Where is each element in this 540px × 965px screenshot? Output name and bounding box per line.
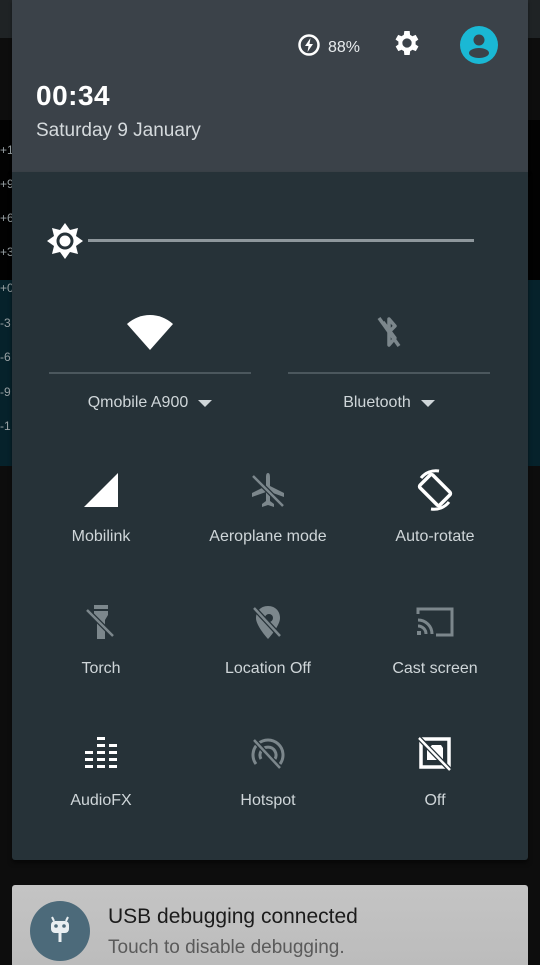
background-label: -9 bbox=[0, 385, 11, 399]
tile-cast-screen[interactable]: Cast screen bbox=[349, 602, 521, 722]
hotspot-off-icon bbox=[182, 734, 354, 774]
tile-wifi-dropdown[interactable]: Qmobile A900 bbox=[49, 394, 251, 412]
tile-auto-rotate[interactable]: Auto-rotate bbox=[349, 469, 521, 590]
tile-label: Mobilink bbox=[71, 528, 131, 545]
background-label: +0 bbox=[0, 281, 12, 295]
background-label: -6 bbox=[0, 350, 11, 364]
user-button[interactable] bbox=[460, 26, 498, 64]
screenshot-off-icon bbox=[349, 734, 521, 774]
usb-debugging-notification[interactable]: USB debugging connected Touch to disable… bbox=[12, 885, 528, 965]
brightness-slider-thumb[interactable] bbox=[46, 222, 84, 260]
torch-off-icon bbox=[15, 602, 187, 642]
brightness-slider-track[interactable] bbox=[88, 239, 474, 242]
battery-status[interactable]: 88% bbox=[297, 33, 360, 62]
tile-label: Torch bbox=[81, 660, 121, 677]
tile-mobile-data[interactable]: Mobilink bbox=[15, 470, 187, 590]
battery-percent: 88% bbox=[328, 38, 361, 56]
background-label: +6 bbox=[0, 211, 12, 225]
tile-label: Cast screen bbox=[392, 660, 478, 677]
wifi-icon bbox=[49, 312, 251, 354]
cellular-signal-icon bbox=[15, 470, 187, 510]
auto-rotate-icon bbox=[349, 469, 521, 511]
tile-airplane-mode[interactable]: Aeroplane mode bbox=[182, 470, 354, 590]
notification-icon bbox=[30, 901, 90, 961]
cast-icon bbox=[349, 602, 521, 642]
tile-label: Aeroplane mode bbox=[209, 528, 327, 545]
battery-charging-icon bbox=[297, 33, 321, 62]
tile-label: Auto-rotate bbox=[395, 528, 475, 545]
user-avatar-icon bbox=[460, 26, 498, 68]
tile-label: Hotspot bbox=[240, 792, 296, 809]
tile-divider bbox=[49, 372, 251, 374]
airplane-off-icon bbox=[182, 470, 354, 510]
brightness-icon bbox=[46, 223, 84, 264]
background-label: +9 bbox=[0, 177, 12, 191]
tile-bluetooth[interactable]: Bluetooth bbox=[288, 302, 490, 422]
tile-location[interactable]: Location Off bbox=[182, 602, 354, 722]
tile-screenshot[interactable]: Off bbox=[349, 734, 521, 854]
background-label: -3 bbox=[0, 316, 11, 330]
chevron-down-icon bbox=[420, 399, 435, 407]
tile-hotspot[interactable]: Hotspot bbox=[182, 734, 354, 854]
tile-label: Qmobile A900 bbox=[87, 394, 189, 411]
notification-subtitle: Touch to disable debugging. bbox=[108, 937, 345, 958]
tile-label: Off bbox=[424, 792, 446, 809]
tile-label: Location Off bbox=[225, 660, 311, 677]
bluetooth-off-icon bbox=[288, 312, 490, 354]
tile-label: Bluetooth bbox=[343, 394, 411, 411]
location-off-icon bbox=[182, 602, 354, 642]
notification-title: USB debugging connected bbox=[108, 905, 358, 928]
clock-date[interactable]: Saturday 9 January bbox=[36, 120, 201, 142]
tile-label: AudioFX bbox=[70, 792, 132, 809]
equalizer-icon bbox=[15, 734, 187, 774]
tile-audiofx[interactable]: AudioFX bbox=[15, 734, 187, 854]
quick-settings-panel: Qmobile A900 Bluetooth Mobilink Aeroplan… bbox=[12, 172, 528, 860]
tile-bluetooth-dropdown[interactable]: Bluetooth bbox=[288, 394, 490, 412]
background-label: +3 bbox=[0, 245, 12, 259]
tile-wifi[interactable]: Qmobile A900 bbox=[49, 302, 251, 422]
tile-torch[interactable]: Torch bbox=[15, 602, 187, 722]
background-label: -1 bbox=[0, 419, 11, 433]
background-label: +1 bbox=[0, 143, 12, 157]
notification-shade-header: 88% 00:34 Saturday 9 January bbox=[12, 0, 528, 172]
clock-time[interactable]: 00:34 bbox=[36, 80, 110, 112]
settings-button[interactable] bbox=[390, 28, 424, 62]
chevron-down-icon bbox=[198, 399, 213, 407]
gear-icon bbox=[391, 27, 423, 64]
cyanogenmod-bot-icon bbox=[47, 914, 73, 949]
tile-divider bbox=[288, 372, 490, 374]
